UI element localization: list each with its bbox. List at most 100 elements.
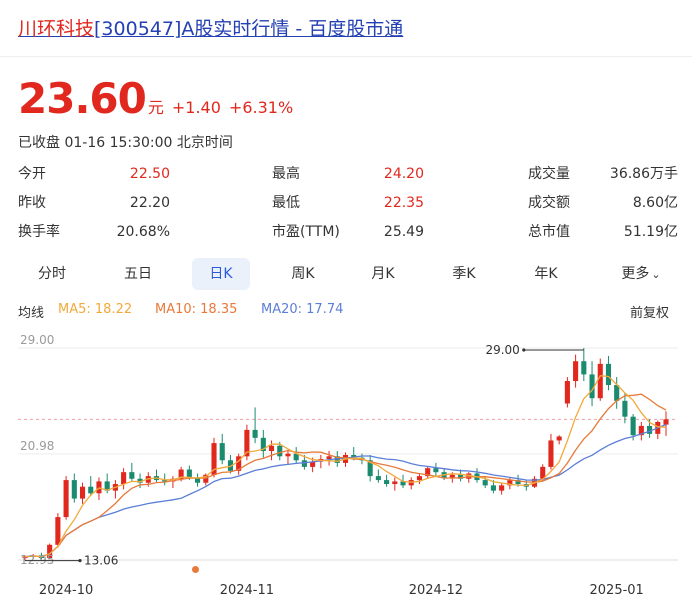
ma5-value: MA5: 18.22: [58, 302, 133, 317]
x-tick-label: 2025-01: [590, 583, 644, 598]
candle-body: [433, 468, 439, 473]
price-change-pct: +6.31%: [228, 98, 294, 117]
stat-label: 最低: [272, 195, 300, 211]
candle-body: [252, 429, 258, 438]
ma20-value: MA20: 17.74: [261, 302, 344, 317]
stat-high: 最高 24.20: [272, 164, 424, 184]
market-status: 已收盘 01-16 15:30:00 北京时间: [18, 135, 233, 151]
max-label-dot: [522, 348, 526, 352]
candle-body: [499, 485, 505, 491]
title-stock-code: [300547]: [94, 18, 182, 40]
candle-body: [630, 416, 636, 436]
candle-body: [129, 472, 135, 479]
page-title-link[interactable]: 川环科技[300547]A股实时行情 - 百度股市通: [18, 14, 403, 41]
candle-body: [663, 419, 669, 425]
candle-body: [63, 480, 69, 518]
candle-body: [490, 485, 496, 491]
tab-more[interactable]: 更多 ⌄: [606, 258, 676, 290]
price-unit: 元: [147, 98, 164, 117]
ma20-line: [24, 423, 667, 558]
stat-value: 8.60亿: [632, 195, 678, 211]
candle-body: [392, 481, 398, 485]
stat-label: 今开: [18, 166, 46, 182]
candle-body: [301, 460, 307, 467]
candle-body: [605, 363, 612, 385]
stat-label: 成交额: [528, 195, 570, 211]
candle-body: [416, 476, 423, 481]
candle-body: [564, 381, 570, 404]
candle-body: [622, 400, 628, 417]
title-suffix: A股实时行情 - 百度股市通: [181, 18, 404, 40]
event-marker-dot: [192, 566, 199, 573]
stat-open: 今开 22.50: [18, 164, 170, 184]
stat-value: 22.35: [383, 195, 424, 211]
candle-body: [482, 480, 488, 486]
stat-value: 25.49: [383, 224, 424, 240]
candle-body: [326, 456, 332, 459]
stat-label: 成交量: [528, 166, 570, 182]
stat-label: 昨收: [18, 195, 46, 211]
candle-body: [581, 361, 587, 375]
candle-body: [573, 361, 579, 382]
stat-value: 36.86万手: [609, 166, 678, 182]
candle-body: [219, 443, 225, 461]
tab-five-day[interactable]: 五日: [108, 258, 168, 290]
min-price-label: 13.06: [84, 554, 118, 568]
tab-yearly-k[interactable]: 年K: [516, 258, 576, 290]
chevron-down-icon: ⌄: [651, 268, 661, 281]
title-stock-name: 川环科技: [18, 18, 95, 40]
candle-body: [88, 486, 94, 494]
tab-more-label: 更多: [621, 266, 650, 282]
current-price: 23.60: [18, 74, 147, 123]
ma10-value: MA10: 18.35: [155, 302, 238, 317]
candle-body: [71, 480, 77, 499]
moving-average-legend: 均线 MA5: 18.22 MA10: 18.35 MA20: 17.74 前复…: [18, 302, 678, 322]
stat-turnover-amount: 成交额 8.60亿: [528, 193, 678, 213]
chart-grid: [18, 347, 678, 561]
stat-label: 最高: [272, 166, 300, 182]
x-tick-label: 2024-12: [409, 583, 463, 598]
min-label-dot: [78, 559, 82, 563]
price-row: 23.60 元 +1.40 +6.31%: [18, 74, 293, 123]
adjust-mode-toggle[interactable]: 前复权: [630, 302, 669, 321]
price-change: +1.40: [171, 98, 221, 117]
stat-value: 24.20: [383, 166, 424, 182]
candle-body: [614, 384, 620, 401]
ma-label: 均线: [18, 306, 45, 321]
x-tick-label: 2024-10: [39, 583, 93, 598]
candle-body: [548, 440, 554, 467]
stat-volume: 成交量 36.86万手: [528, 164, 678, 184]
stat-value: 22.50: [129, 166, 170, 182]
kline-chart[interactable]: 29.00 20.98 12.95 2024-10 2024-11 2024-12 2025…: [0, 320, 692, 609]
max-price-label: 29.00: [485, 343, 519, 357]
y-tick-label: 12.95: [20, 553, 54, 567]
tab-intraday[interactable]: 分时: [22, 258, 82, 290]
tab-monthly-k[interactable]: 月K: [353, 258, 413, 290]
tab-daily-k[interactable]: 日K: [192, 258, 250, 290]
y-tick-label: 20.98: [20, 439, 54, 453]
stat-prev-close: 昨收 22.20: [18, 193, 170, 213]
stat-value: 22.20: [129, 195, 170, 211]
stat-label: 总市值: [528, 224, 570, 240]
stat-low: 最低 22.35: [272, 193, 424, 213]
candle-body: [55, 517, 61, 545]
candle-body: [79, 486, 86, 499]
candle-body: [375, 476, 381, 481]
candle-body: [277, 445, 283, 457]
stat-market-cap: 总市值 51.19亿: [528, 222, 678, 242]
candle-body: [285, 453, 291, 457]
stat-label: 市盈(TTM): [272, 224, 340, 240]
candle-body: [121, 472, 127, 485]
tab-quarterly-k[interactable]: 季K: [434, 258, 494, 290]
candle-body: [449, 474, 455, 478]
candle-body: [186, 469, 192, 478]
candle-body: [268, 445, 275, 452]
tab-weekly-k[interactable]: 周K: [273, 258, 333, 290]
stat-value: 51.19亿: [623, 224, 678, 240]
stats-grid: 今开 22.50 最高 24.20 成交量 36.86万手 昨收 22.20 最低 22.…: [0, 164, 692, 254]
stat-turnover-rate: 换手率 20.68%: [18, 222, 170, 242]
candle-body: [556, 436, 562, 441]
stat-label: 换手率: [18, 224, 60, 240]
stat-value: 20.68%: [116, 224, 170, 240]
y-tick-label: 29.00: [20, 333, 54, 347]
